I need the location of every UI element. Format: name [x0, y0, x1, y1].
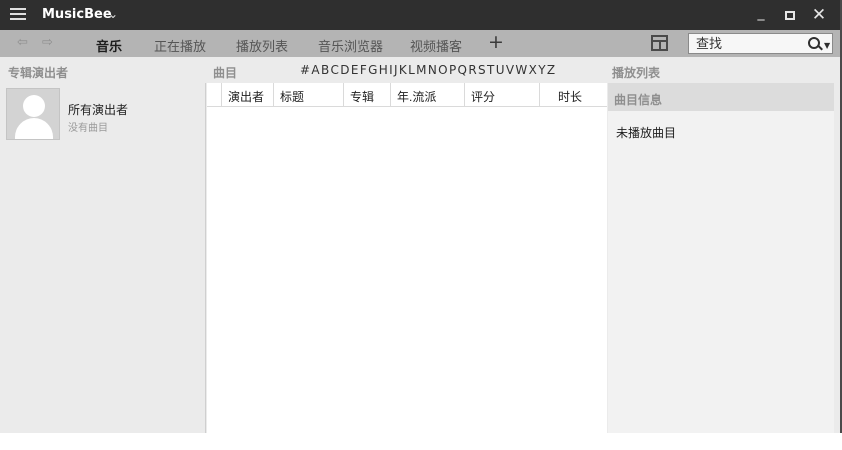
- tab-bar: ⇦ ⇨ 音乐 正在播放 播放列表 音乐浏览器 视频播客 + ▼: [0, 30, 840, 57]
- alpha-jump-s[interactable]: S: [478, 63, 486, 77]
- track-list-header: 演出者 标题 专辑 年.流派 评分 时长: [207, 83, 607, 107]
- alpha-jump-g[interactable]: G: [368, 63, 377, 77]
- tab-now-playing[interactable]: 正在播放: [154, 36, 206, 55]
- search-input[interactable]: [689, 34, 801, 53]
- alpha-jump-z[interactable]: Z: [547, 63, 555, 77]
- tab-podcasts[interactable]: 视频播客: [410, 36, 462, 55]
- alpha-jump-i[interactable]: I: [389, 63, 393, 77]
- alpha-jump-d[interactable]: D: [340, 63, 349, 77]
- tracks-panel: 演出者 标题 专辑 年.流派 评分 时长: [207, 83, 607, 433]
- column-artist[interactable]: 演出者: [221, 83, 273, 106]
- alpha-jump-n[interactable]: N: [428, 63, 437, 77]
- alpha-jump-w[interactable]: W: [515, 63, 527, 77]
- track-info-panel: 曲目信息 未播放曲目: [608, 83, 834, 433]
- alpha-jump-q[interactable]: Q: [458, 63, 467, 77]
- alpha-jump-a[interactable]: A: [311, 63, 319, 77]
- search-icon[interactable]: ▼: [806, 36, 830, 52]
- person-silhouette-icon: [6, 88, 60, 140]
- tab-playlists[interactable]: 播放列表: [236, 36, 288, 55]
- musicbee-window: MusicBee ⌄ _ ✕ ⇦ ⇨ 音乐 正在播放 播放列表 音乐浏览器 视频…: [0, 0, 842, 433]
- alpha-jump-t[interactable]: T: [487, 63, 494, 77]
- back-arrow-icon[interactable]: ⇦: [17, 35, 28, 50]
- hamburger-icon[interactable]: [10, 8, 26, 22]
- layout-icon[interactable]: [651, 35, 668, 51]
- alpha-jump-x[interactable]: X: [529, 63, 537, 77]
- artist-track-count: 没有曲目: [68, 123, 108, 134]
- alpha-jump-h[interactable]: H: [379, 63, 388, 77]
- track-info-header[interactable]: 曲目信息: [608, 83, 834, 111]
- alpha-jump-u[interactable]: U: [496, 63, 505, 77]
- maximize-icon: [785, 11, 795, 20]
- add-tab-button[interactable]: +: [488, 31, 504, 53]
- alpha-jump-b[interactable]: B: [321, 63, 329, 77]
- alpha-jump-y[interactable]: Y: [538, 63, 545, 77]
- artists-panel-header: 专辑演出者: [8, 66, 69, 80]
- maximize-button[interactable]: [779, 5, 801, 25]
- panel-header-strip: 专辑演出者 曲目 #ABCDEFGHIJKLMNOPQRSTUVWXYZ 播放列…: [0, 57, 840, 83]
- alpha-jump-m[interactable]: M: [416, 63, 426, 77]
- list-item[interactable]: 所有演出者 没有曲目: [6, 88, 202, 142]
- artists-panel: 所有演出者 没有曲目: [0, 83, 206, 433]
- alpha-jump-c[interactable]: C: [331, 63, 339, 77]
- minimize-button[interactable]: _: [750, 5, 772, 25]
- column-title[interactable]: 标题: [273, 83, 343, 106]
- column-album[interactable]: 专辑: [343, 83, 390, 106]
- forward-arrow-icon[interactable]: ⇨: [42, 35, 53, 50]
- alpha-jump-v[interactable]: V: [506, 63, 514, 77]
- artist-name: 所有演出者: [68, 103, 129, 117]
- tab-music[interactable]: 音乐: [96, 36, 122, 55]
- alpha-jump-k[interactable]: K: [399, 63, 407, 77]
- title-bar: MusicBee ⌄ _ ✕: [0, 0, 840, 30]
- playlist-panel-header: 播放列表: [612, 66, 661, 80]
- tab-music-explorer[interactable]: 音乐浏览器: [318, 36, 383, 55]
- alpha-jump-l[interactable]: L: [408, 63, 415, 77]
- alpha-jump-o[interactable]: O: [438, 63, 447, 77]
- track-list[interactable]: [207, 107, 607, 433]
- alpha-jump-p[interactable]: P: [449, 63, 456, 77]
- search-box: ▼: [688, 33, 833, 54]
- alpha-jump-hash[interactable]: #: [300, 63, 310, 77]
- column-duration[interactable]: 时长: [539, 83, 607, 106]
- chevron-down-icon[interactable]: ⌄: [108, 7, 118, 21]
- alpha-jump-r[interactable]: R: [468, 63, 476, 77]
- alpha-jump-f[interactable]: F: [360, 63, 367, 77]
- close-button[interactable]: ✕: [808, 5, 830, 25]
- column-rating[interactable]: 评分: [464, 83, 539, 106]
- alphabet-index: #ABCDEFGHIJKLMNOPQRSTUVWXYZ: [300, 63, 556, 77]
- alpha-jump-e[interactable]: E: [351, 63, 359, 77]
- alpha-jump-j[interactable]: J: [394, 63, 398, 77]
- tracks-panel-header: 曲目: [213, 66, 238, 80]
- app-title[interactable]: MusicBee: [42, 7, 112, 22]
- track-info-title: 曲目信息: [614, 93, 663, 107]
- column-year-genre[interactable]: 年.流派: [390, 83, 464, 106]
- no-track-playing-text: 未播放曲目: [616, 126, 677, 140]
